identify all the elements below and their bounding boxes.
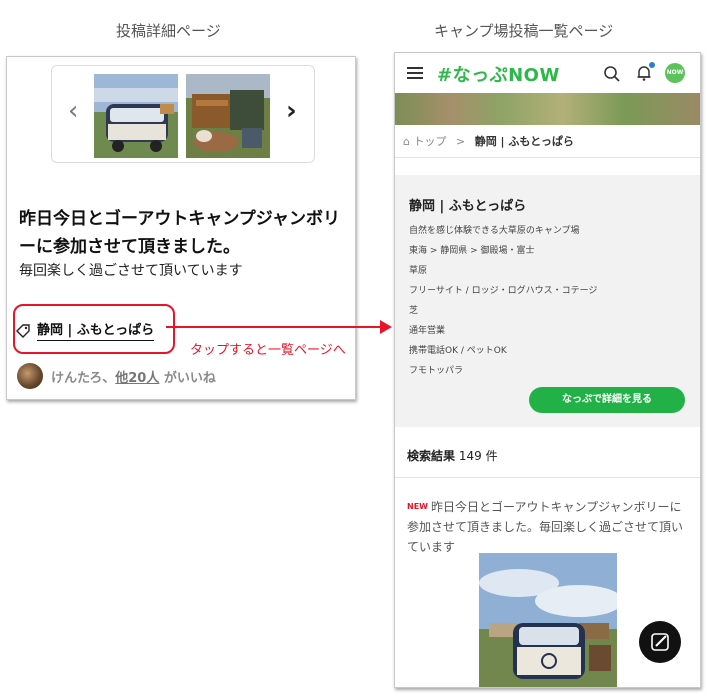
app-logo[interactable]: #なっぷNOW (437, 61, 560, 87)
right-caption: キャンプ場投稿一覧ページ (434, 22, 614, 40)
likes-summary: けんたろ、他20人 がいいね (51, 367, 216, 386)
camp-banner-image (395, 93, 700, 125)
post-photo-dog[interactable] (186, 74, 270, 158)
left-caption: 投稿詳細ページ (116, 22, 221, 40)
chevron-left-icon[interactable]: ‹ (68, 96, 78, 126)
menu-icon[interactable] (407, 67, 423, 79)
camp-tag-link[interactable]: 静岡 | ふもとっぱら (37, 319, 155, 341)
results-label: 検索結果 (407, 449, 456, 463)
post-card-photo[interactable] (479, 553, 617, 687)
home-icon[interactable]: ⌂ (403, 135, 410, 148)
like-user-name[interactable]: けんたろ (51, 371, 102, 386)
tag-icon (16, 324, 30, 338)
compose-button[interactable] (639, 621, 681, 663)
breadcrumb-separator: > (455, 135, 466, 148)
post-card-text[interactable]: 昨日今日とゴーアウトキャンプジャンボリーに参加させて頂きました。毎回楽しく過ごさ… (407, 497, 692, 557)
chevron-right-icon[interactable]: › (286, 96, 297, 126)
arrow-head (380, 320, 392, 334)
annotation-text: タップすると一覧ページへ (190, 343, 346, 358)
camp-terrain: 草原 (409, 266, 428, 276)
search-results-count: 検索結果 149 件 (407, 447, 498, 464)
camp-info-card: 静岡 | ふもとっぱら 自然を感じ体験できる大草原のキャンプ場 東海 > 静岡県… (395, 175, 700, 427)
edit-icon (651, 633, 669, 651)
camp-location: 東海 > 静岡県 > 御殿場・富士 (409, 246, 535, 256)
user-avatar[interactable]: NOW (665, 63, 685, 83)
post-body: 毎回楽しく過ごさせて頂いています (19, 263, 243, 279)
camp-post-list-screen: #なっぷNOW NOW ⌂ トップ > 静岡 | ふもとっぱら 静岡 | ふもと… (394, 52, 701, 688)
arrow-line (166, 326, 381, 328)
breadcrumb-home[interactable]: トップ (413, 135, 446, 148)
app-header: #なっぷNOW NOW (395, 53, 700, 93)
camp-ground: 芝 (409, 306, 419, 316)
divider (395, 157, 700, 158)
image-carousel: ‹ › (51, 65, 315, 163)
camp-site-types: フリーサイト / ロッジ・ログハウス・コテージ (409, 286, 598, 296)
camp-amenities: 携帯電話OK / ペットOK (409, 346, 507, 356)
post-photo-van[interactable] (94, 74, 178, 158)
camp-season: 通年営業 (409, 326, 446, 336)
divider (395, 477, 700, 478)
view-details-button[interactable]: なっぷで詳細を見る (529, 387, 685, 413)
results-count: 149 件 (458, 449, 498, 463)
camp-name: 静岡 | ふもとっぱら (409, 199, 527, 214)
new-badge: NEW (407, 502, 428, 511)
likes-others-link[interactable]: 他20人 (115, 371, 159, 386)
likes-separator: 、 (102, 371, 116, 386)
camp-description: 自然を感じ体験できる大草原のキャンプ場 (409, 226, 580, 236)
likes-suffix: がいいね (163, 371, 216, 386)
camp-reading: フモトッパラ (409, 366, 464, 376)
breadcrumb: ⌂ トップ > 静岡 | ふもとっぱら (403, 133, 574, 149)
search-icon[interactable] (603, 65, 621, 83)
breadcrumb-current: 静岡 | ふもとっぱら (474, 135, 574, 148)
post-title: 昨日今日とゴーアウトキャンプジャンボリーに参加させて頂きました。 (19, 209, 340, 257)
avatar[interactable] (17, 363, 43, 389)
notification-dot (649, 62, 655, 68)
